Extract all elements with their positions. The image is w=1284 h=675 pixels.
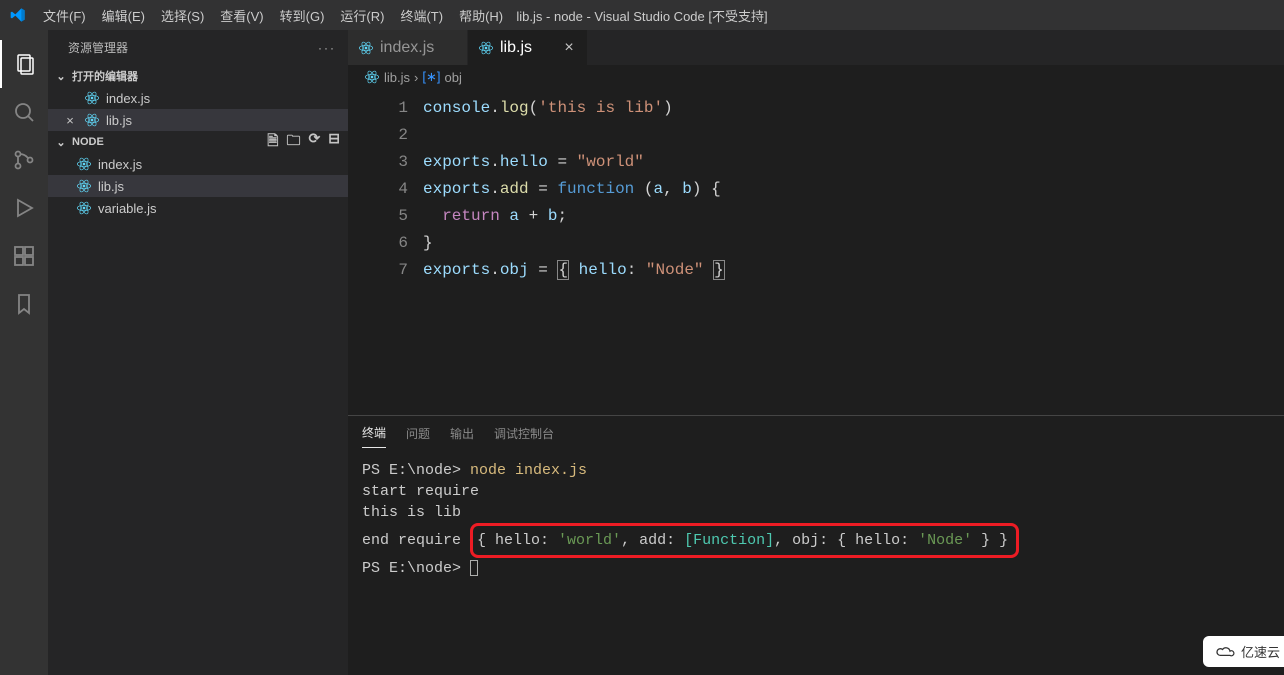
new-folder-icon[interactable]: 🗀 <box>287 130 301 154</box>
run-debug-icon[interactable] <box>0 184 48 232</box>
vscode-logo-icon <box>0 0 35 30</box>
sidebar-title: 资源管理器 <box>68 39 128 56</box>
menu-items: 文件(F) 编辑(E) 选择(S) 查看(V) 转到(G) 运行(R) 终端(T… <box>35 0 511 30</box>
menu-terminal[interactable]: 终端(T) <box>392 0 451 30</box>
sidebar-more-icon[interactable]: ··· <box>318 41 336 55</box>
breadcrumbs[interactable]: lib.js › [∗] obj <box>348 65 1284 89</box>
menu-run[interactable]: 运行(R) <box>332 0 392 30</box>
tab-lib-js[interactable]: lib.js × <box>468 30 588 65</box>
open-editor-item[interactable]: index.js <box>48 87 348 109</box>
sidebar-explorer: 资源管理器 ··· ⌄ 打开的编辑器 index.js × lib.js ⌄ N… <box>48 30 348 675</box>
explorer-icon[interactable] <box>0 40 48 88</box>
menu-select[interactable]: 选择(S) <box>153 0 212 30</box>
editor-area: index.js lib.js × lib.js › [∗] obj 12345… <box>348 30 1284 675</box>
sidebar-header: 资源管理器 ··· <box>48 30 348 65</box>
terminal[interactable]: PS E:\node> node index.jsstart requireth… <box>348 448 1284 675</box>
react-file-icon <box>76 156 92 172</box>
new-file-icon[interactable]: 🗎 <box>267 130 278 154</box>
breadcrumb-separator: › <box>414 70 418 85</box>
tab-label: index.js <box>380 39 434 57</box>
bookmarks-icon[interactable] <box>0 280 48 328</box>
watermark: 亿速云 <box>1203 636 1284 667</box>
menu-edit[interactable]: 编辑(E) <box>94 0 153 30</box>
folder-header[interactable]: ⌄ NODE 🗎 🗀 ⟳ ⊟ <box>48 131 348 153</box>
menu-file[interactable]: 文件(F) <box>35 0 94 30</box>
react-file-icon <box>76 178 92 194</box>
activity-bar <box>0 30 48 675</box>
collapse-all-icon[interactable]: ⊟ <box>328 130 340 154</box>
source-control-icon[interactable] <box>0 136 48 184</box>
window-title: lib.js - node - Visual Studio Code [不受支持… <box>516 6 767 25</box>
line-numbers: 1234567 <box>348 95 408 284</box>
breadcrumb-symbol[interactable]: obj <box>444 70 461 85</box>
panel-tab-output[interactable]: 输出 <box>450 419 474 448</box>
react-file-icon <box>76 200 92 216</box>
open-editor-filename: lib.js <box>106 113 132 128</box>
extensions-icon[interactable] <box>0 232 48 280</box>
open-editor-filename: index.js <box>106 91 150 106</box>
open-editor-item[interactable]: × lib.js <box>48 109 348 131</box>
menu-go[interactable]: 转到(G) <box>272 0 333 30</box>
folder-label: NODE <box>72 136 104 148</box>
panel: 终端 问题 输出 调试控制台 PS E:\node> node index.js… <box>348 415 1284 675</box>
refresh-icon[interactable]: ⟳ <box>309 130 321 154</box>
open-editors-header[interactable]: ⌄ 打开的编辑器 <box>48 65 348 87</box>
file-name: variable.js <box>98 201 157 216</box>
tab-index-js[interactable]: index.js <box>348 30 468 65</box>
tab-label: lib.js <box>500 39 532 57</box>
panel-tab-problems[interactable]: 问题 <box>406 419 430 448</box>
menu-view[interactable]: 查看(V) <box>212 0 271 30</box>
chevron-down-icon: ⌄ <box>54 136 68 149</box>
file-name: index.js <box>98 157 142 172</box>
file-item[interactable]: variable.js <box>48 197 348 219</box>
tab-bar: index.js lib.js × <box>348 30 1284 65</box>
file-item[interactable]: index.js <box>48 153 348 175</box>
panel-tab-debug-console[interactable]: 调试控制台 <box>494 419 554 448</box>
react-file-icon <box>84 90 100 106</box>
code-editor[interactable]: 1234567 console.log('this is lib') expor… <box>348 89 1284 415</box>
panel-tab-terminal[interactable]: 终端 <box>362 418 386 448</box>
code-content[interactable]: console.log('this is lib') exports.hello… <box>423 95 725 284</box>
menubar: 文件(F) 编辑(E) 选择(S) 查看(V) 转到(G) 运行(R) 终端(T… <box>0 0 1284 30</box>
react-file-icon <box>358 40 374 56</box>
chevron-down-icon: ⌄ <box>54 70 68 83</box>
symbol-variable-icon: [∗] <box>422 69 440 85</box>
panel-tabs: 终端 问题 输出 调试控制台 <box>348 416 1284 448</box>
react-file-icon <box>84 112 100 128</box>
search-icon[interactable] <box>0 88 48 136</box>
close-icon[interactable]: × <box>62 112 78 128</box>
main: 资源管理器 ··· ⌄ 打开的编辑器 index.js × lib.js ⌄ N… <box>0 30 1284 675</box>
close-icon[interactable]: × <box>561 40 577 56</box>
file-item[interactable]: lib.js <box>48 175 348 197</box>
react-file-icon <box>364 69 380 85</box>
watermark-text: 亿速云 <box>1241 642 1280 661</box>
file-name: lib.js <box>98 179 124 194</box>
folder-toolbar: 🗎 🗀 ⟳ ⊟ <box>267 130 348 154</box>
open-editors-label: 打开的编辑器 <box>72 68 138 84</box>
breadcrumb-file[interactable]: lib.js <box>384 70 410 85</box>
react-file-icon <box>478 40 494 56</box>
menu-help[interactable]: 帮助(H) <box>451 0 511 30</box>
